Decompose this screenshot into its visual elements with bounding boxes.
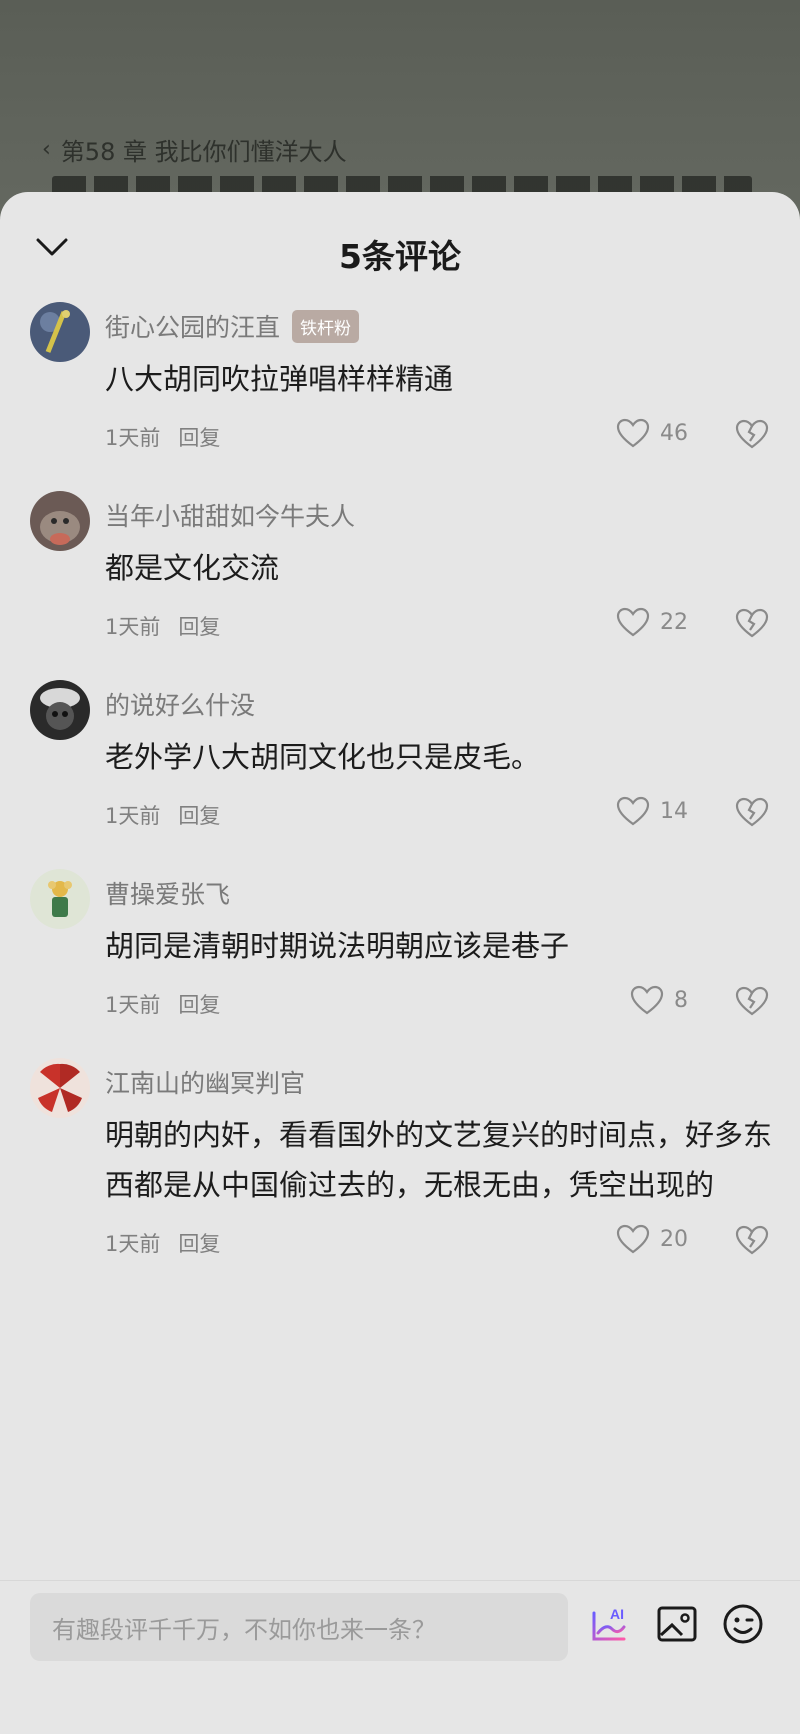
comment-text: 都是文化交流 <box>105 551 280 585</box>
like-count: 22 <box>660 609 688 635</box>
like-button[interactable]: 22 <box>616 607 688 637</box>
like-button[interactable]: 20 <box>616 1224 688 1254</box>
heart-outline-icon <box>616 796 650 826</box>
dislike-button[interactable] <box>734 983 770 1019</box>
reply-button[interactable]: 回复 <box>178 989 220 1019</box>
heart-outline-icon <box>630 985 664 1015</box>
sheet-title: 5条评论 <box>339 237 461 276</box>
comment-meta: 1天前 回复 <box>105 611 220 641</box>
like-count: 20 <box>660 1226 688 1252</box>
heart-outline-icon <box>616 418 650 448</box>
fan-badge: 铁杆粉 <box>292 309 360 343</box>
emoji-icon <box>723 1604 763 1644</box>
avatar[interactable] <box>30 869 90 929</box>
chapter-label: 第58 章 我比你们懂洋大人 <box>60 138 347 166</box>
reply-button[interactable]: 回复 <box>178 422 220 452</box>
chapter-breadcrumb: ‹ 第58 章 我比你们懂洋大人 <box>42 132 347 167</box>
sheet-header: 5条评论 <box>0 192 800 302</box>
dislike-button[interactable] <box>734 605 770 641</box>
image-icon <box>657 1606 697 1642</box>
username[interactable]: 曹操爱张飞 <box>105 875 230 911</box>
username-row: 街心公园的汪直 铁杆粉 <box>105 308 360 344</box>
dislike-button[interactable] <box>734 794 770 830</box>
comment-input[interactable]: 有趣段评千千万，不如你也来一条？ <box>30 1593 568 1661</box>
emoji-button[interactable] <box>720 1601 766 1647</box>
comment-meta: 1天前 回复 <box>105 800 220 830</box>
avatar[interactable] <box>30 491 90 551</box>
dislike-button[interactable] <box>734 1222 770 1258</box>
heart-outline-icon <box>616 1224 650 1254</box>
ai-icon: AI <box>592 1606 626 1641</box>
comment-text: 明朝的内奸，看看国外的文艺复兴的时间点，好多东西都是从中国偷过去的，无根无由，凭… <box>105 1118 773 1202</box>
heart-outline-icon <box>616 607 650 637</box>
reply-button[interactable]: 回复 <box>178 611 220 641</box>
chevron-left-icon: ‹ <box>42 137 51 162</box>
comment-time: 1天前 <box>105 1232 161 1256</box>
avatar[interactable] <box>30 302 90 362</box>
comment-meta: 1天前 回复 <box>105 989 220 1019</box>
username-row: 江南山的幽冥判官 <box>105 1064 305 1100</box>
avatar[interactable] <box>30 680 90 740</box>
username[interactable]: 江南山的幽冥判官 <box>105 1064 305 1100</box>
comment-text: 老外学八大胡同文化也只是皮毛。 <box>105 740 541 774</box>
broken-heart-icon <box>735 419 769 449</box>
username-row: 的说好么什没 <box>105 686 255 722</box>
comment-time: 1天前 <box>105 426 161 450</box>
comments-sheet: 5条评论 街心公园的汪直 铁杆粉 八大胡同吹拉弹唱样样精通 1天前 回复 46 … <box>0 192 800 1734</box>
like-button[interactable]: 14 <box>616 796 688 826</box>
broken-heart-icon <box>735 1225 769 1255</box>
username[interactable]: 街心公园的汪直 <box>105 308 280 344</box>
like-count: 14 <box>660 798 688 824</box>
like-button[interactable]: 8 <box>630 985 688 1015</box>
image-button[interactable] <box>654 1601 700 1647</box>
username-row: 曹操爱张飞 <box>105 875 230 911</box>
comment-text: 胡同是清朝时期说法明朝应该是巷子 <box>105 929 570 963</box>
username[interactable]: 的说好么什没 <box>105 686 255 722</box>
ai-button[interactable]: AI <box>588 1601 634 1647</box>
like-button[interactable]: 46 <box>616 418 688 448</box>
comment-meta: 1天前 回复 <box>105 422 220 452</box>
comment-text: 八大胡同吹拉弹唱样样精通 <box>105 362 454 396</box>
like-count: 8 <box>674 987 688 1013</box>
reply-button[interactable]: 回复 <box>178 800 220 830</box>
comment-meta: 1天前 回复 <box>105 1228 220 1258</box>
svg-text:AI: AI <box>610 1606 624 1622</box>
username-row: 当年小甜甜如今牛夫人 <box>105 497 355 533</box>
comment-time: 1天前 <box>105 993 161 1017</box>
dislike-button[interactable] <box>734 416 770 452</box>
reply-button[interactable]: 回复 <box>178 1228 220 1258</box>
broken-heart-icon <box>735 986 769 1016</box>
avatar[interactable] <box>30 1058 90 1118</box>
comment-time: 1天前 <box>105 804 161 828</box>
username[interactable]: 当年小甜甜如今牛夫人 <box>105 497 355 533</box>
broken-heart-icon <box>735 797 769 827</box>
broken-heart-icon <box>735 608 769 638</box>
comment-input-bar: 有趣段评千千万，不如你也来一条？ AI <box>0 1580 800 1734</box>
like-count: 46 <box>660 420 688 446</box>
comment-time: 1天前 <box>105 615 161 639</box>
